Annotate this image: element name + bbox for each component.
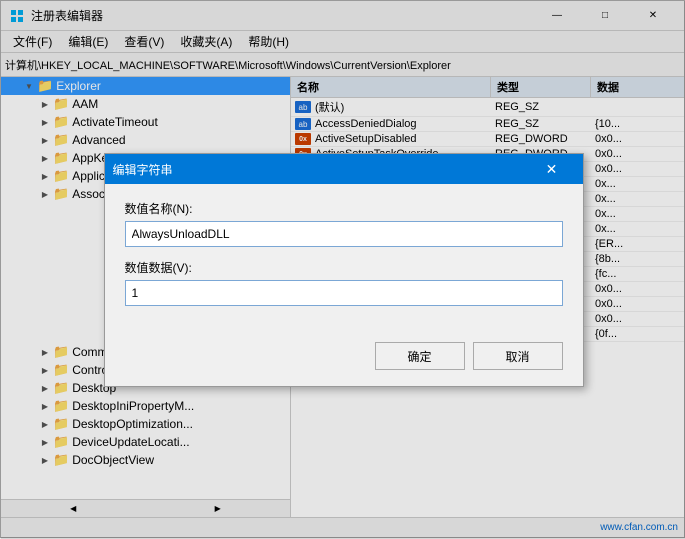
data-label: 数值数据(V): [125,259,563,276]
name-label: 数值名称(N): [125,200,563,217]
dialog-buttons: 确定 取消 [105,334,583,386]
data-input[interactable] [125,280,563,306]
ok-button[interactable]: 确定 [375,342,465,370]
name-input[interactable] [125,221,563,247]
dialog-body: 数值名称(N): 数值数据(V): [105,184,583,334]
dialog-title: 编辑字符串 [113,161,529,178]
edit-string-dialog: 编辑字符串 ✕ 数值名称(N): 数值数据(V): 确定 取消 [104,153,584,387]
dialog-title-bar: 编辑字符串 ✕ [105,154,583,184]
cancel-button[interactable]: 取消 [473,342,563,370]
dialog-close-button[interactable]: ✕ [529,155,575,183]
dialog-overlay: 编辑字符串 ✕ 数值名称(N): 数值数据(V): 确定 取消 [1,1,685,539]
